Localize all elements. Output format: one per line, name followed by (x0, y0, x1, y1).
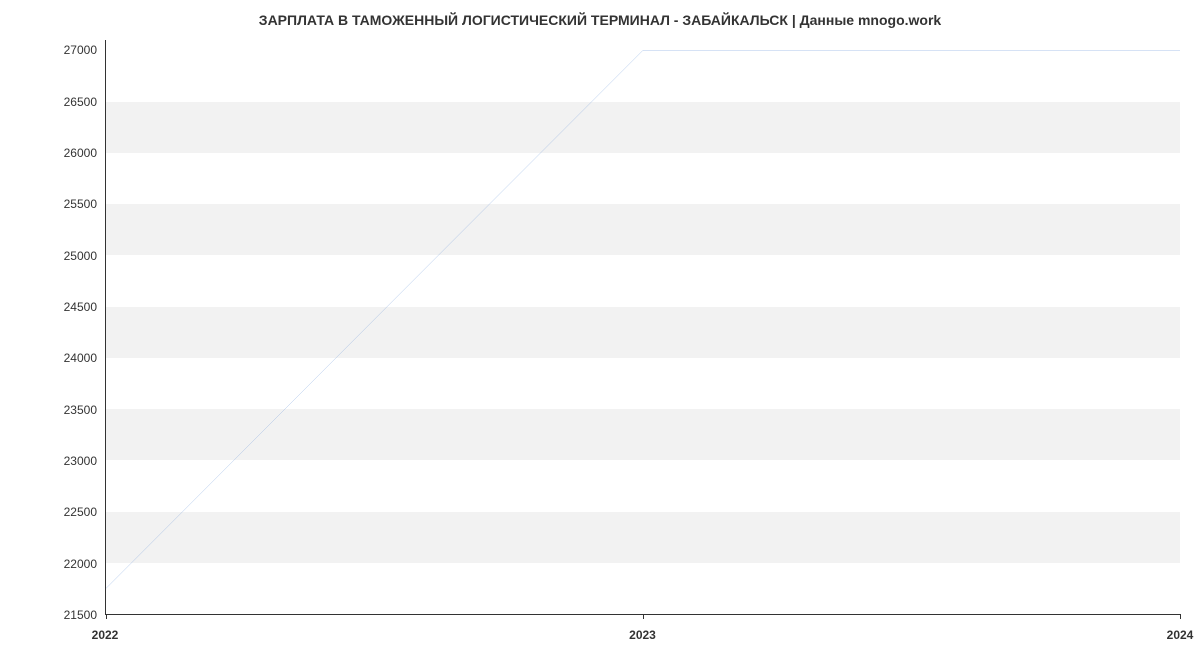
x-tick-mark (106, 614, 107, 619)
y-tick-label: 25000 (64, 249, 97, 263)
y-axis-labels: 2150022000225002300023500240002450025000… (0, 40, 105, 615)
y-tick-label: 22000 (64, 557, 97, 571)
chart-line-svg (106, 40, 1180, 614)
chart-title: ЗАРПЛАТА В ТАМОЖЕННЫЙ ЛОГИСТИЧЕСКИЙ ТЕРМ… (0, 12, 1200, 28)
y-tick-label: 21500 (64, 608, 97, 622)
x-tick-label: 2023 (629, 628, 656, 642)
chart-line (106, 50, 1180, 588)
x-tick-mark (1180, 614, 1181, 619)
y-tick-label: 24000 (64, 351, 97, 365)
y-tick-label: 25500 (64, 197, 97, 211)
plot-area (105, 40, 1180, 615)
x-axis-labels: 202220232024 (105, 622, 1180, 642)
x-tick-label: 2022 (92, 628, 119, 642)
y-tick-label: 27000 (64, 43, 97, 57)
x-tick-label: 2024 (1167, 628, 1194, 642)
chart-container: ЗАРПЛАТА В ТАМОЖЕННЫЙ ЛОГИСТИЧЕСКИЙ ТЕРМ… (0, 0, 1200, 650)
x-tick-mark (643, 614, 644, 619)
y-tick-label: 26000 (64, 146, 97, 160)
y-tick-label: 22500 (64, 505, 97, 519)
y-tick-label: 23000 (64, 454, 97, 468)
y-tick-label: 23500 (64, 403, 97, 417)
y-tick-label: 26500 (64, 95, 97, 109)
y-tick-label: 24500 (64, 300, 97, 314)
